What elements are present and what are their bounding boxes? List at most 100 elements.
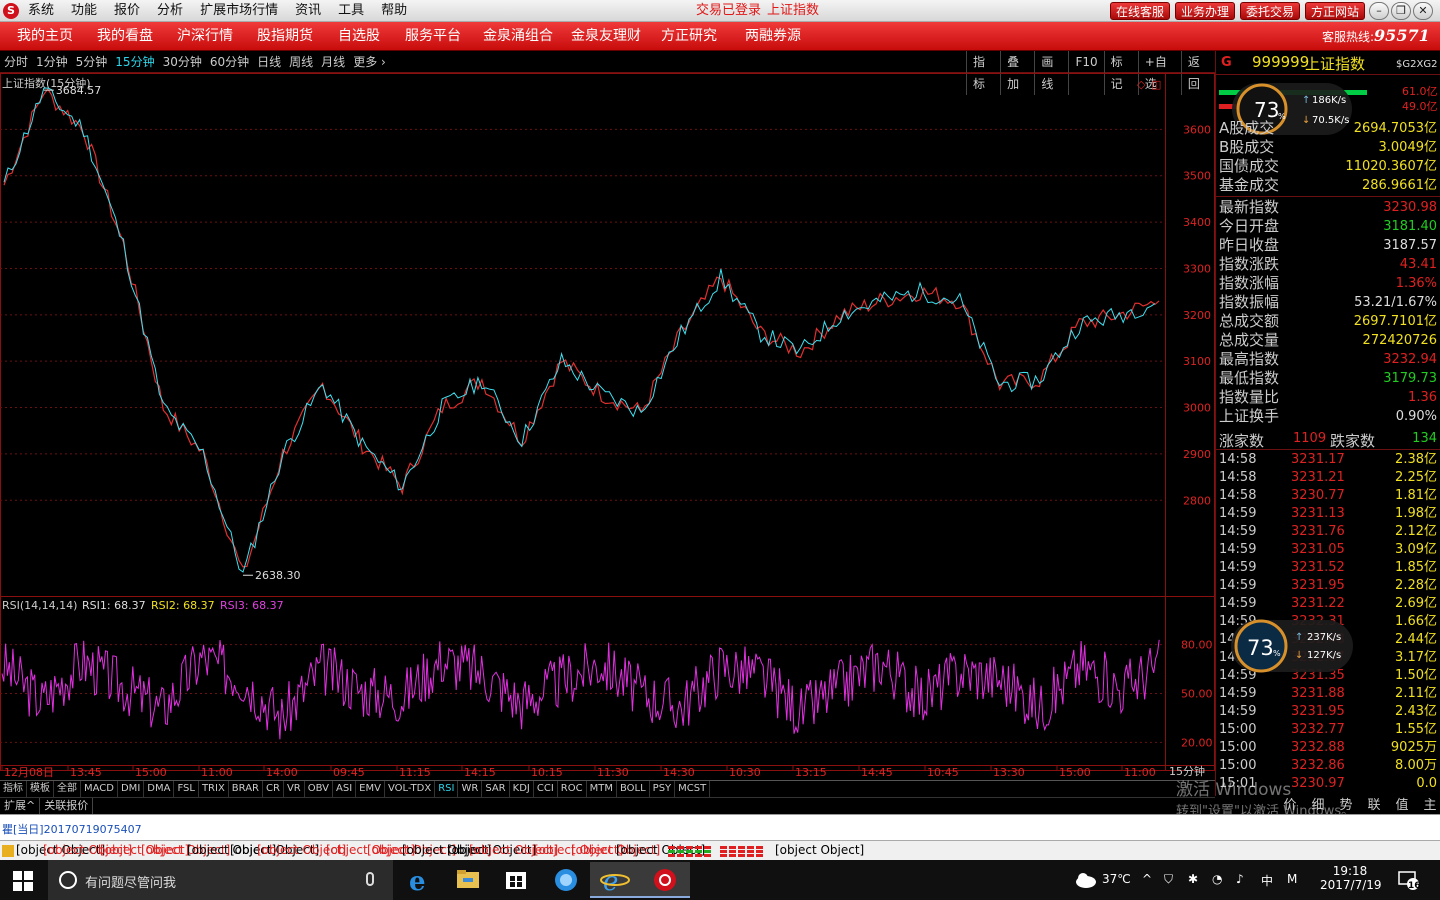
menu-item[interactable]: 系统 — [28, 0, 54, 22]
store-icon[interactable] — [491, 862, 541, 898]
indicator-tab[interactable]: CR — [263, 781, 284, 797]
clock[interactable]: 19:18 2017/7/19 — [1320, 864, 1382, 892]
period-items: 分时 1分钟 5分钟 15分钟 30分钟 60分钟 日线 周线 月线 更多 › — [4, 51, 394, 73]
indicator-tab[interactable]: TRIX — [199, 781, 229, 797]
chart-area[interactable]: 3600 3500 3400 3300 3200 3100 3000 2900 2800 上证指数… — [0, 73, 1215, 780]
top-button[interactable]: 方正网站 — [1305, 2, 1366, 20]
inflow-value: 61.0亿 — [1402, 85, 1438, 98]
network-icon[interactable]: ◔ — [1212, 872, 1222, 886]
tick-volume: 2.43亿 — [1395, 704, 1437, 719]
nav-item[interactable]: 自选股 — [338, 22, 380, 50]
nav-item[interactable]: 沪深行情 — [177, 22, 233, 50]
nav-item[interactable]: 金泉友理财 — [571, 22, 641, 50]
indicator-tab[interactable]: MCST — [675, 781, 711, 797]
menu-item[interactable]: 报价 — [114, 0, 140, 22]
nav-item[interactable]: 我的主页 — [17, 22, 73, 50]
extension-tab[interactable]: 扩展^ — [0, 798, 41, 814]
nav-item[interactable]: 我的看盘 — [97, 22, 153, 50]
indicator-tab[interactable]: OBV — [305, 781, 333, 797]
panel-tab[interactable]: 主 — [1416, 797, 1440, 815]
indicator-tab[interactable]: SAR — [482, 781, 510, 797]
indicator-tab[interactable]: VR — [284, 781, 305, 797]
period-tab[interactable]: 月线 — [321, 51, 345, 73]
rsi-axis-label: 50.00 — [1181, 688, 1213, 701]
indicator-tab[interactable]: EMV — [356, 781, 385, 797]
chart-option-icon[interactable]: ◇ — [1137, 78, 1146, 91]
file-explorer-icon[interactable] — [443, 862, 493, 898]
indicator-tab[interactable]: 模板 — [27, 781, 54, 797]
period-tab[interactable]: 60分钟 — [210, 51, 249, 73]
indicator-tab[interactable]: MTM — [587, 781, 617, 797]
indicator-tab[interactable]: VOL-TDX — [385, 781, 436, 797]
indicator-tab[interactable]: ASI — [333, 781, 357, 797]
price-line-down — [3, 88, 1160, 568]
bluetooth-icon[interactable]: ✱ — [1188, 872, 1198, 886]
cortana-icon — [59, 871, 77, 889]
windows-start-icon[interactable] — [13, 871, 33, 891]
nav-item[interactable]: 两融券源 — [745, 22, 801, 50]
indicator-tab[interactable]: PSY — [650, 781, 676, 797]
founder-app-icon[interactable] — [640, 862, 690, 898]
ime-indicator[interactable]: 中 — [1261, 872, 1273, 889]
top-button[interactable]: 委托交易 — [1240, 2, 1301, 20]
menu-item[interactable]: 扩展市场行情 — [200, 0, 278, 22]
indicator-tab[interactable]: BOLL — [617, 781, 650, 797]
indicator-tab[interactable]: RSI — [435, 781, 459, 797]
chart-expand-icon[interactable]: ◫ — [1151, 78, 1161, 91]
indicator-tab[interactable]: FSL — [174, 781, 199, 797]
indicator-tab[interactable]: DMA — [144, 781, 175, 797]
indicator-tab[interactable]: MACD — [81, 781, 118, 797]
indicator-tab[interactable]: 指标 — [0, 781, 27, 797]
indicator-tab[interactable]: DMI — [118, 781, 145, 797]
ie-icon[interactable]: e — [590, 862, 640, 898]
top-button[interactable]: 在线客服 — [1110, 2, 1171, 20]
stat-value: 53.21/1.67% — [1354, 295, 1437, 310]
panel-tab[interactable]: 联 — [1360, 797, 1388, 815]
indicator-tab[interactable]: 全部 — [54, 781, 81, 797]
period-tab[interactable]: 日线 — [257, 51, 281, 73]
close-icon[interactable]: ✕ — [1413, 2, 1433, 20]
weather-icon[interactable] — [1074, 871, 1098, 889]
restore-icon[interactable]: ❐ — [1391, 2, 1411, 20]
security-icon[interactable]: ⛉ — [1164, 872, 1173, 887]
minimize-icon[interactable]: – — [1369, 2, 1389, 20]
period-tab[interactable]: 15分钟 — [115, 51, 154, 73]
menu-item[interactable]: 帮助 — [381, 0, 407, 22]
notification-icon[interactable]: 16 — [1398, 870, 1420, 890]
top-button[interactable]: 业务办理 — [1175, 2, 1236, 20]
nav-item[interactable]: 方正研究 — [661, 22, 717, 50]
indicator-tab[interactable]: CCI — [534, 781, 558, 797]
indicator-tab[interactable]: WR — [458, 781, 483, 797]
extension-tab[interactable]: 关联报价 — [40, 798, 94, 814]
volume-icon[interactable]: ♪ — [1236, 872, 1244, 886]
menu-item[interactable]: 分析 — [157, 0, 183, 22]
period-tab[interactable]: 周线 — [289, 51, 313, 73]
menu-item[interactable]: 资讯 — [295, 0, 321, 22]
panel-tab[interactable]: 值 — [1388, 797, 1416, 815]
period-tab[interactable]: 30分钟 — [163, 51, 202, 73]
svg-text:e: e — [603, 867, 618, 897]
microphone-icon[interactable] — [366, 872, 374, 886]
period-tab[interactable]: 1分钟 — [36, 51, 68, 73]
tick-volume: 2.44亿 — [1395, 632, 1437, 647]
network-speed-widget-2[interactable]: 73 % ↑ 237K/s ↓ 127K/s — [1231, 614, 1353, 678]
kline-chart[interactable]: 360035003400330032003100300029002800上证指数… — [0, 73, 1215, 780]
period-tab[interactable]: 5分钟 — [76, 51, 108, 73]
taskbar-search[interactable]: 有问题尽管问我 — [48, 860, 393, 900]
menu-item[interactable]: 功能 — [71, 0, 97, 22]
tray-chevron-icon[interactable]: ^ — [1142, 872, 1152, 886]
menu-item[interactable]: 工具 — [338, 0, 364, 22]
news-link[interactable]: 瞿[当日]20170719075407 — [2, 821, 142, 837]
indicator-tab[interactable]: ROC — [558, 781, 587, 797]
nav-item[interactable]: 金泉涌组合 — [483, 22, 553, 50]
browser-icon[interactable] — [541, 862, 591, 898]
edge-icon[interactable]: e — [395, 862, 445, 898]
period-tab[interactable]: 更多 › — [353, 51, 386, 73]
indicator-tab[interactable]: BRAR — [229, 781, 263, 797]
ime-mode-icon[interactable]: M — [1287, 872, 1297, 886]
tick-price: 3231.88 — [1291, 686, 1345, 701]
period-tab[interactable]: 分时 — [4, 51, 28, 73]
nav-item[interactable]: 服务平台 — [405, 22, 461, 50]
indicator-tab[interactable]: KDJ — [510, 781, 534, 797]
nav-item[interactable]: 股指期货 — [257, 22, 313, 50]
